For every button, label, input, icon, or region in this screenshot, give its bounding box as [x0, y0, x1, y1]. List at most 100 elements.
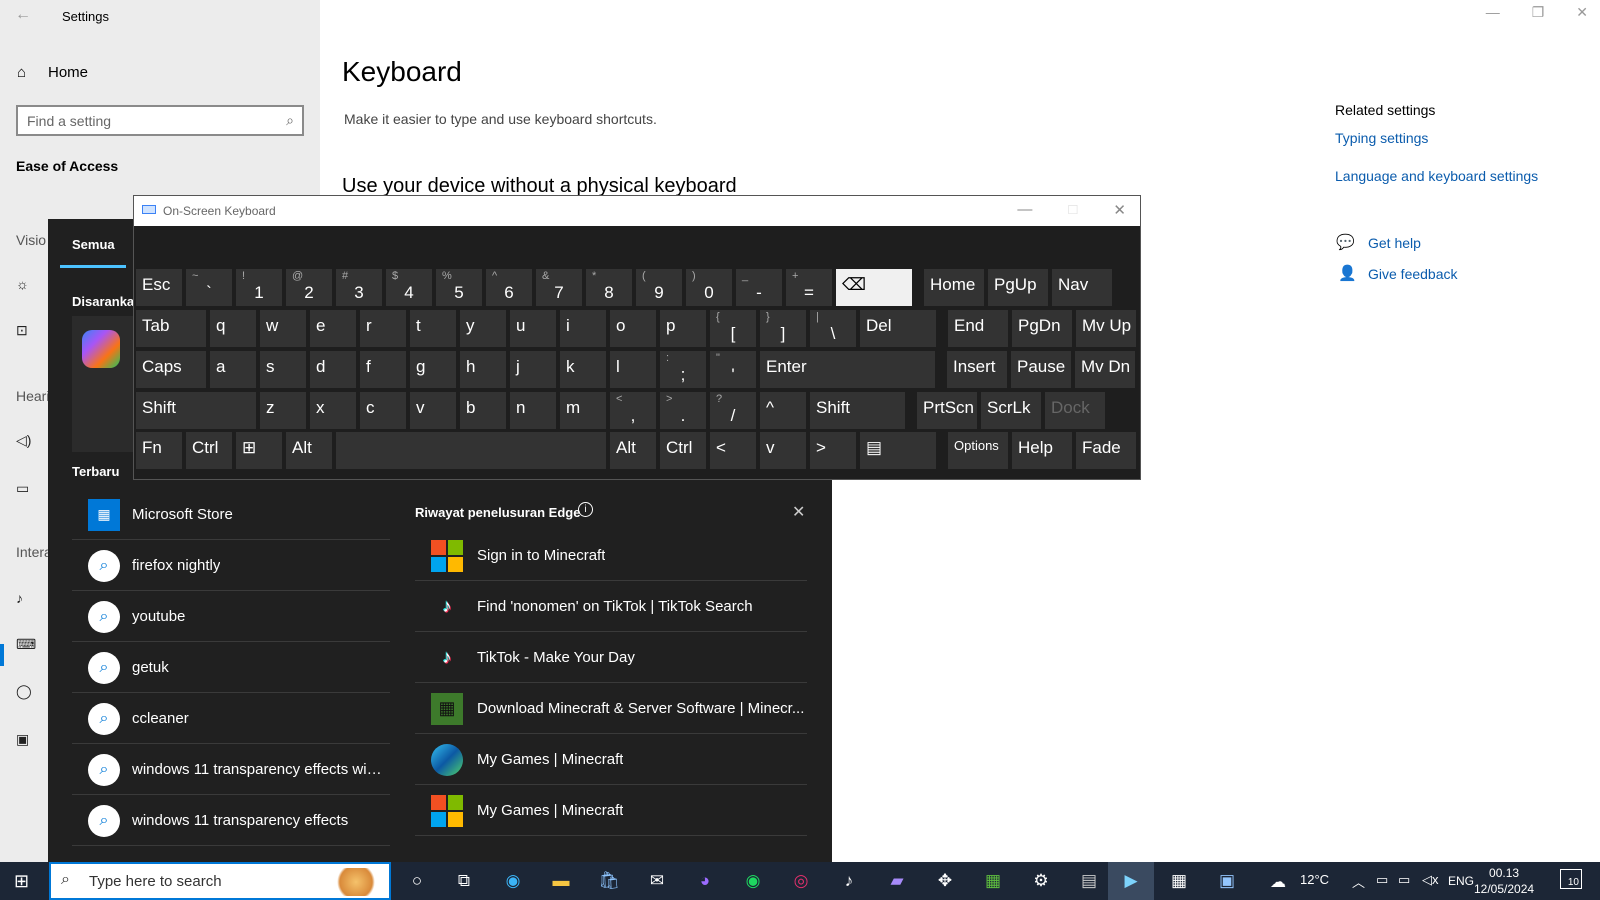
- give-feedback-link[interactable]: Give feedback: [1368, 266, 1458, 282]
- key-caps[interactable]: Caps: [136, 351, 206, 388]
- keyboard-icon[interactable]: ⌨: [16, 636, 36, 653]
- key-y[interactable]: y: [460, 310, 506, 347]
- sidebar-item-hearing[interactable]: Heari: [16, 388, 49, 404]
- recent-item[interactable]: ⌕ getuk: [72, 643, 390, 693]
- key-symbol[interactable]: }]: [760, 310, 806, 347]
- magnifier-icon[interactable]: ⊡: [16, 322, 28, 339]
- key-u[interactable]: u: [510, 310, 556, 347]
- key-help[interactable]: Help: [1012, 432, 1072, 469]
- key-symbol[interactable]: ) 0: [686, 269, 732, 306]
- key-symbol[interactable]: :;: [660, 351, 706, 388]
- edge-history-item[interactable]: ♪ Find 'nonomen' on TikTok | TikTok Searc…: [415, 582, 807, 632]
- key-l[interactable]: l: [610, 351, 656, 388]
- key-symbol[interactable]: | \: [810, 310, 856, 347]
- key-symbol[interactable]: * 8: [586, 269, 632, 306]
- restore-icon[interactable]: ❐: [1532, 4, 1545, 21]
- home-icon[interactable]: ⌂: [17, 64, 26, 81]
- key-prtscn[interactable]: PrtScn: [917, 392, 977, 429]
- get-help-link[interactable]: Get help: [1368, 235, 1421, 251]
- windows-start-icon[interactable]: ⊞: [14, 871, 29, 892]
- spotify-icon[interactable]: ◉: [738, 866, 768, 896]
- terminal-icon[interactable]: ▶: [1116, 866, 1146, 896]
- key-symbol[interactable]: <,: [610, 392, 656, 429]
- key-fn[interactable]: Fn: [136, 432, 182, 469]
- sidebar-item-interaction[interactable]: Intera: [16, 544, 52, 560]
- settings-gear-icon[interactable]: ⚙: [1026, 866, 1056, 896]
- key-insert[interactable]: Insert: [947, 351, 1007, 388]
- close-icon[interactable]: ✕: [1113, 201, 1126, 219]
- key-b[interactable]: b: [460, 392, 506, 429]
- search-icon[interactable]: ⌕: [286, 112, 294, 129]
- key-symbol[interactable]: #3: [336, 269, 382, 306]
- key-q[interactable]: q: [210, 310, 256, 347]
- key-v[interactable]: v: [760, 432, 806, 469]
- recent-item[interactable]: ▦ Microsoft Store: [72, 490, 390, 540]
- key-symbol[interactable]: >.: [660, 392, 706, 429]
- key-w[interactable]: w: [260, 310, 306, 347]
- edge-history-item[interactable]: Sign in to Minecraft: [415, 531, 807, 581]
- meet-icon[interactable]: ▭: [1376, 872, 1388, 888]
- key-shift[interactable]: Shift: [810, 392, 905, 429]
- close-icon[interactable]: ✕: [792, 502, 805, 522]
- key-n[interactable]: n: [510, 392, 556, 429]
- key-[interactable]: <: [710, 432, 756, 469]
- settings-search-input[interactable]: Find a setting ⌕: [16, 105, 304, 136]
- backspace-key[interactable]: ⌫: [836, 269, 912, 306]
- key-symbol[interactable]: % 5: [436, 269, 482, 306]
- recent-item[interactable]: ⌕ windows 11 transparency effects win...: [72, 745, 390, 795]
- key-e[interactable]: e: [310, 310, 356, 347]
- key-i[interactable]: i: [560, 310, 606, 347]
- key-mvdn[interactable]: Mv Dn: [1075, 351, 1135, 388]
- key-mvup[interactable]: Mv Up: [1076, 310, 1136, 347]
- brightness-icon[interactable]: ☼: [16, 276, 29, 292]
- key-esc[interactable]: Esc: [136, 269, 182, 306]
- recent-item[interactable]: ⌕ ccleaner: [72, 694, 390, 744]
- key-home[interactable]: Home: [924, 269, 984, 306]
- key-p[interactable]: p: [660, 310, 706, 347]
- key-tab[interactable]: Tab: [136, 310, 206, 347]
- minimize-icon[interactable]: —: [1017, 201, 1032, 219]
- key-x[interactable]: x: [310, 392, 356, 429]
- file-explorer-icon[interactable]: ▬: [546, 866, 576, 896]
- key-symbol[interactable]: (9: [636, 269, 682, 306]
- key-pgdn[interactable]: PgDn: [1012, 310, 1072, 347]
- key-symbol[interactable]: ? /: [710, 392, 756, 429]
- home-link[interactable]: Home: [48, 64, 88, 81]
- mouse-icon[interactable]: ◯: [16, 683, 32, 700]
- osk-titlebar[interactable]: On-Screen Keyboard — □ ✕: [134, 196, 1140, 226]
- key-m[interactable]: m: [560, 392, 606, 429]
- network-icon[interactable]: ▭: [1398, 872, 1410, 888]
- key-ctrl[interactable]: Ctrl: [660, 432, 706, 469]
- key-alt[interactable]: Alt: [286, 432, 332, 469]
- key-end[interactable]: End: [948, 310, 1008, 347]
- edge-history-item[interactable]: ♪ TikTok - Make Your Day: [415, 633, 807, 683]
- key-symbol[interactable]: @2: [286, 269, 332, 306]
- key-fade[interactable]: Fade: [1076, 432, 1136, 469]
- recent-item[interactable]: ⌕ firefox nightly: [72, 541, 390, 591]
- cortana-icon[interactable]: ○: [402, 866, 432, 896]
- typing-settings-link[interactable]: Typing settings: [1335, 130, 1428, 146]
- key-symbol[interactable]: {[: [710, 310, 756, 347]
- calendar-icon[interactable]: ▦: [1164, 866, 1194, 896]
- key-enter[interactable]: Enter: [760, 351, 935, 388]
- back-icon[interactable]: ←: [15, 6, 31, 24]
- info-icon[interactable]: i: [578, 502, 593, 517]
- key-options[interactable]: Options: [948, 432, 1008, 469]
- chevron-up-icon[interactable]: ︿: [1352, 872, 1365, 891]
- key-del[interactable]: Del: [860, 310, 936, 347]
- task-view-icon[interactable]: ⧉: [449, 866, 479, 896]
- key-symbol[interactable]: ^ 6: [486, 269, 532, 306]
- key-c[interactable]: c: [360, 392, 406, 429]
- key-j[interactable]: j: [510, 351, 556, 388]
- key-pause[interactable]: Pause: [1011, 351, 1071, 388]
- key-v[interactable]: v: [410, 392, 456, 429]
- key-ctrl[interactable]: Ctrl: [186, 432, 232, 469]
- key-scrlk[interactable]: ScrLk: [981, 392, 1041, 429]
- key-shift[interactable]: Shift: [136, 392, 256, 429]
- tab-all[interactable]: Semua: [72, 237, 115, 252]
- key-f[interactable]: f: [360, 351, 406, 388]
- minimize-icon[interactable]: —: [1486, 4, 1500, 21]
- key-t[interactable]: t: [410, 310, 456, 347]
- remote-desktop-icon[interactable]: ▣: [1212, 866, 1242, 896]
- key-pgup[interactable]: PgUp: [988, 269, 1048, 306]
